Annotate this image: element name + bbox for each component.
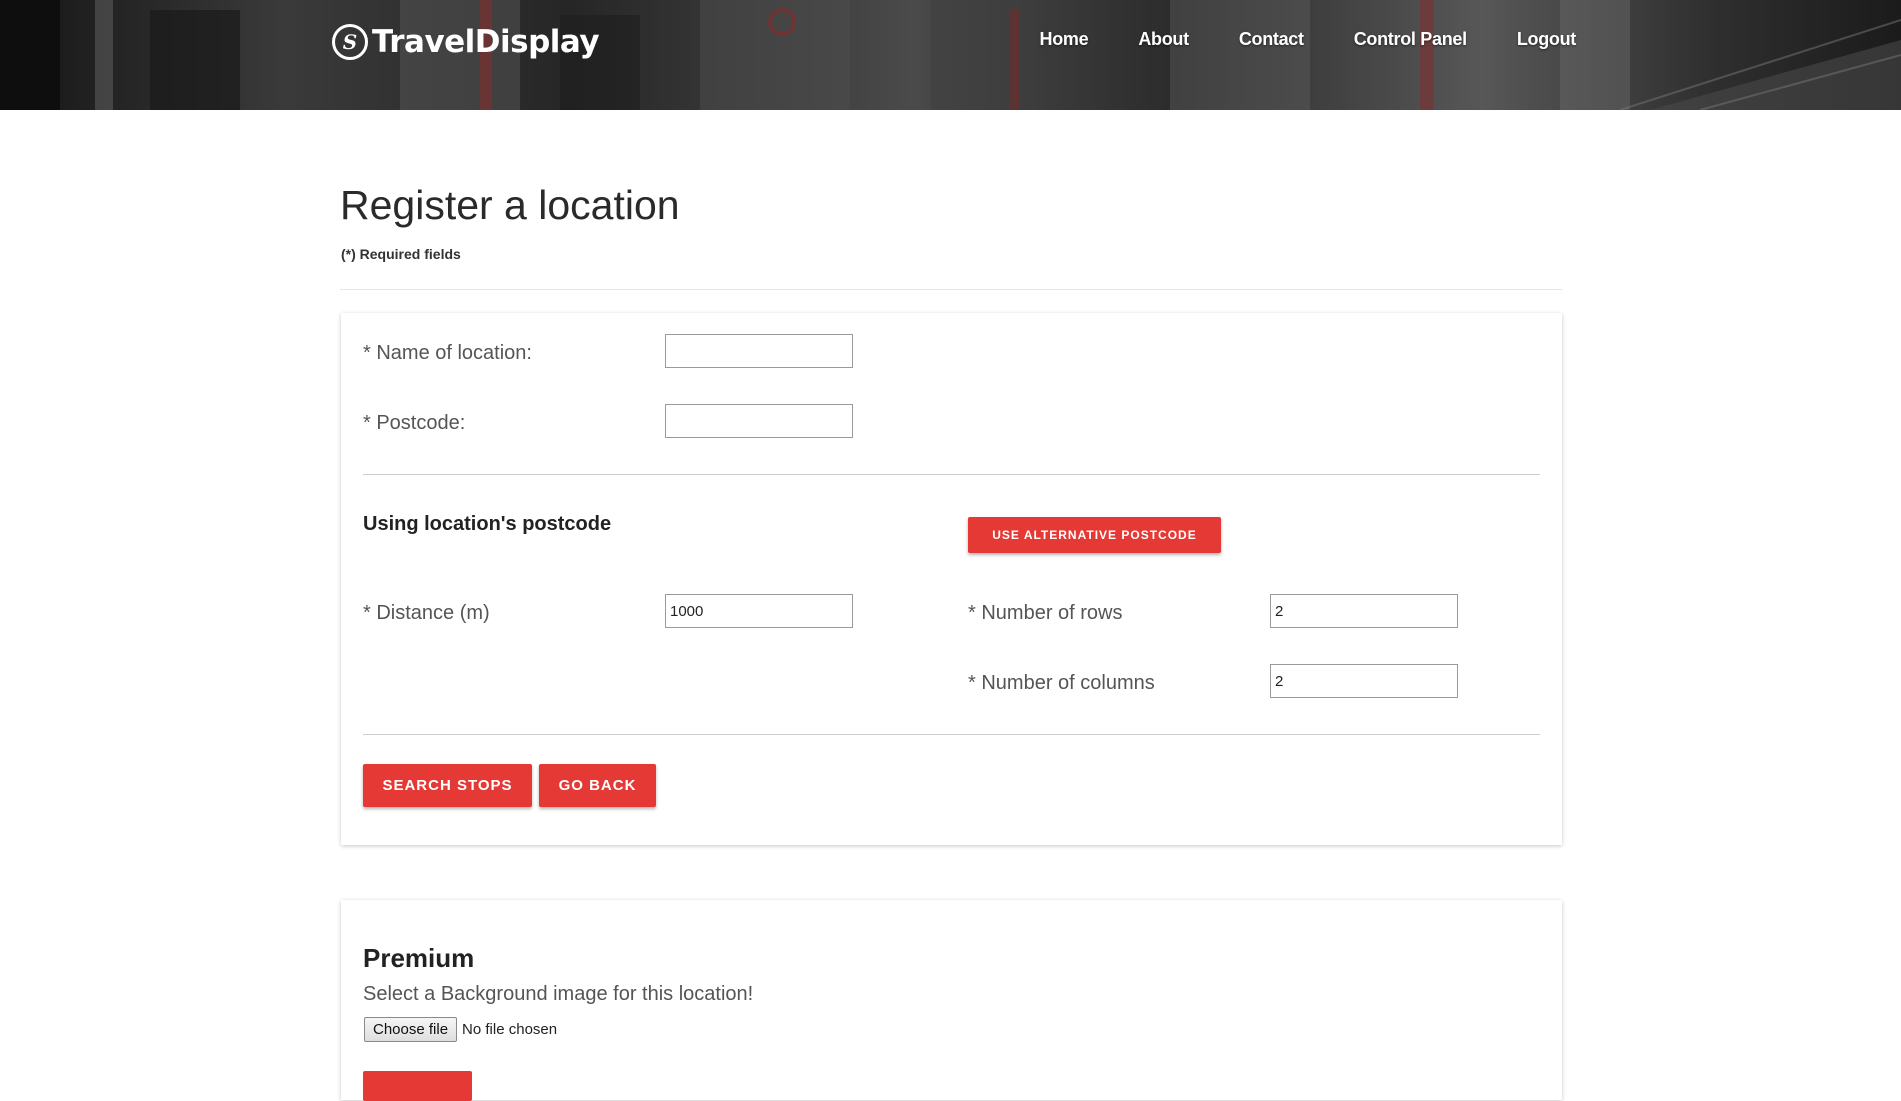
postcode-mode-heading: Using location's postcode	[363, 513, 612, 535]
logo-icon: S	[332, 24, 368, 60]
premium-description: Select a Background image for this locat…	[363, 983, 754, 1005]
nav-link-control-panel[interactable]: Control Panel	[1354, 29, 1467, 50]
register-location-form: * Name of location: * Postcode: Using lo…	[341, 313, 1562, 845]
number-of-columns-label: * Number of columns	[968, 672, 1155, 694]
go-back-button[interactable]: Go back	[539, 764, 656, 807]
choose-file-button[interactable]: Choose file	[364, 1017, 458, 1042]
number-of-rows-input[interactable]	[1270, 594, 1458, 628]
premium-submit-button[interactable]	[363, 1071, 472, 1101]
premium-section: Premium Select a Background image for th…	[341, 900, 1562, 1101]
nav-link-about[interactable]: About	[1138, 29, 1189, 50]
name-of-location-label: * Name of location:	[363, 342, 532, 364]
page-title: Register a location	[340, 182, 680, 228]
name-of-location-input[interactable]	[665, 334, 853, 368]
search-stops-button[interactable]: Search stops	[363, 764, 532, 807]
distance-label: * Distance (m)	[363, 602, 490, 624]
main-nav: Home About Contact Control Panel Logout	[990, 29, 1577, 50]
postcode-input[interactable]	[665, 404, 853, 438]
brand-logo[interactable]: S TravelDisplay	[332, 22, 600, 62]
background-image-file-picker: Choose file No file chosen	[364, 1017, 557, 1042]
premium-title: Premium	[363, 943, 475, 973]
title-divider	[340, 289, 1562, 290]
required-fields-note: (*) Required fields	[341, 246, 461, 262]
nav-link-contact[interactable]: Contact	[1239, 29, 1304, 50]
nav-link-home[interactable]: Home	[1040, 29, 1089, 50]
use-alternative-postcode-button[interactable]: Use alternative postcode	[968, 517, 1221, 553]
site-header: S TravelDisplay Home About Contact Contr…	[0, 0, 1901, 110]
header-background-photo	[0, 0, 1901, 110]
form-divider	[363, 474, 1540, 475]
postcode-label: * Postcode:	[363, 412, 466, 434]
brand-name: TravelDisplay	[372, 24, 600, 60]
form-divider	[363, 734, 1540, 735]
nav-link-logout[interactable]: Logout	[1517, 29, 1576, 50]
distance-input[interactable]	[665, 594, 853, 628]
number-of-rows-label: * Number of rows	[968, 602, 1123, 624]
file-status-text: No file chosen	[462, 1021, 558, 1038]
number-of-columns-input[interactable]	[1270, 664, 1458, 698]
